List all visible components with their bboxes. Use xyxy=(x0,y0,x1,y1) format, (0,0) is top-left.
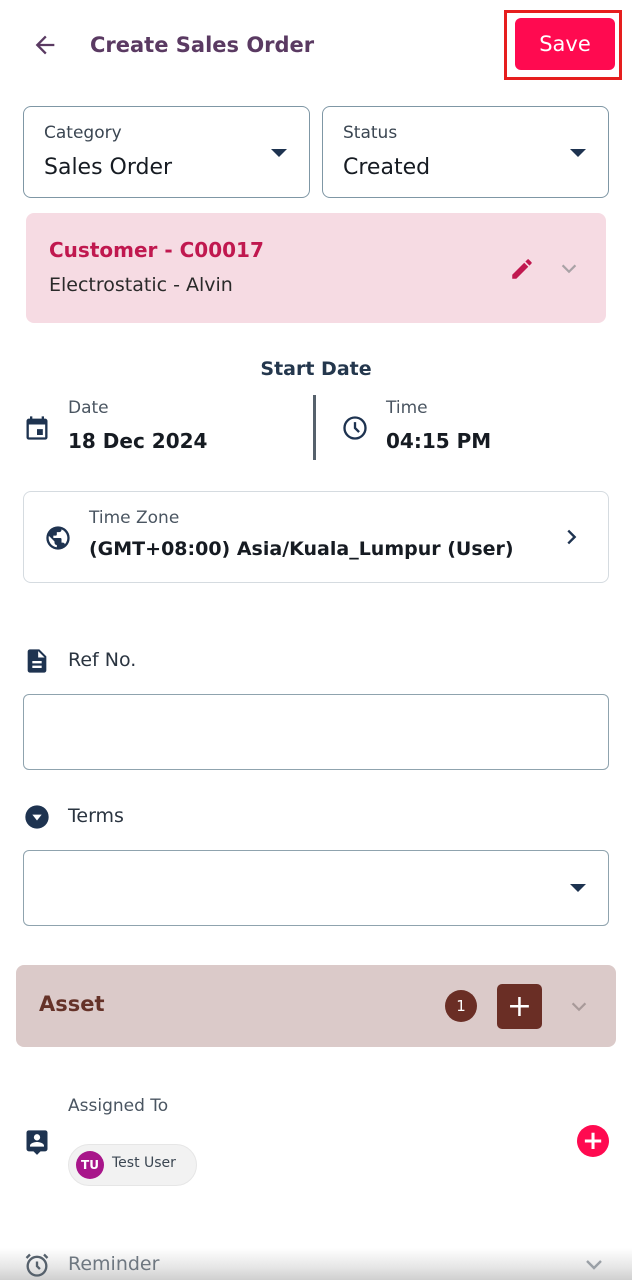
add-assignee-button[interactable]: + xyxy=(577,1125,609,1157)
calendar-icon xyxy=(23,414,51,442)
save-button[interactable]: Save xyxy=(515,18,615,70)
globe-icon xyxy=(44,524,72,552)
timezone-label: Time Zone xyxy=(89,508,180,528)
terms-label: Terms xyxy=(68,805,124,827)
customer-title: Customer - C00017 xyxy=(49,238,264,262)
dropdown-circle-icon xyxy=(23,803,51,831)
date-label: Date xyxy=(68,398,109,418)
document-icon xyxy=(23,647,51,675)
chevron-down-icon xyxy=(571,1002,587,1012)
category-label: Category xyxy=(44,123,122,143)
add-asset-button[interactable]: + xyxy=(497,984,542,1029)
expand-reminder-button[interactable] xyxy=(582,1253,606,1277)
caret-down-icon xyxy=(271,149,287,157)
status-dropdown[interactable]: Status Created xyxy=(322,106,609,198)
asset-label: Asset xyxy=(39,992,105,1016)
assigned-person-icon xyxy=(23,1128,51,1156)
chevron-right-icon xyxy=(560,526,582,552)
avatar: TU xyxy=(76,1151,104,1179)
pencil-icon xyxy=(512,259,532,279)
asset-count-badge: 1 xyxy=(445,990,477,1022)
ref-no-input[interactable] xyxy=(24,695,608,769)
category-dropdown[interactable]: Category Sales Order xyxy=(23,106,310,198)
time-value[interactable]: 04:15 PM xyxy=(386,429,491,453)
expand-asset-button[interactable] xyxy=(568,996,590,1018)
assignee-name: Test User xyxy=(112,1155,176,1171)
timezone-value: (GMT+08:00) Asia/Kuala_Lumpur (User) xyxy=(89,538,514,560)
terms-dropdown[interactable] xyxy=(23,850,609,926)
date-time-divider xyxy=(313,395,316,460)
category-value: Sales Order xyxy=(44,155,173,180)
caret-down-icon xyxy=(570,149,586,157)
edit-customer-button[interactable] xyxy=(509,256,535,282)
start-date-heading: Start Date xyxy=(260,358,372,380)
arrow-left-icon xyxy=(35,35,55,55)
status-value: Created xyxy=(343,155,431,180)
timezone-selector[interactable] xyxy=(23,491,609,583)
customer-subtitle: Electrostatic - Alvin xyxy=(49,274,233,296)
assigned-to-label: Assigned To xyxy=(68,1096,169,1116)
time-label: Time xyxy=(386,398,428,418)
ref-no-field[interactable] xyxy=(23,694,609,770)
alarm-clock-icon xyxy=(23,1251,51,1283)
status-label: Status xyxy=(343,123,398,143)
date-value[interactable]: 18 Dec 2024 xyxy=(68,429,207,453)
back-button[interactable] xyxy=(28,28,62,62)
caret-down-icon xyxy=(570,884,586,892)
reminder-label: Reminder xyxy=(68,1253,160,1275)
chevron-down-icon xyxy=(561,264,577,274)
expand-customer-button[interactable] xyxy=(558,258,580,280)
clock-icon xyxy=(341,414,369,442)
page-title: Create Sales Order xyxy=(90,33,315,57)
chevron-down-icon xyxy=(586,1260,602,1270)
ref-no-label: Ref No. xyxy=(68,649,137,671)
